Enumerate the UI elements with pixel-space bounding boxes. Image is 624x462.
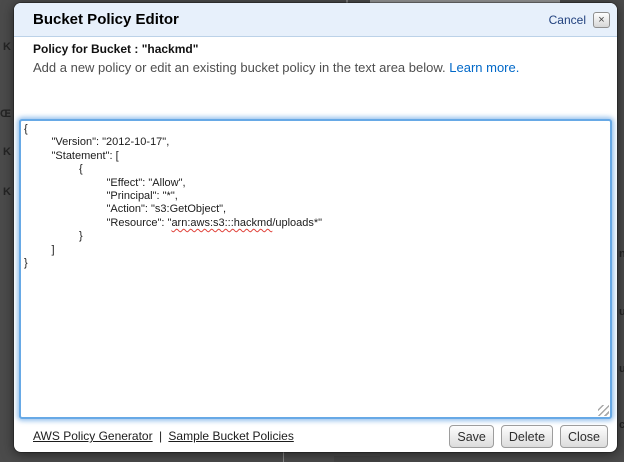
policy-text: { "Version": "2012-10-17", "Statement": … bbox=[21, 121, 610, 270]
save-button[interactable]: Save bbox=[449, 425, 494, 448]
backdrop-text-fragment bbox=[334, 456, 380, 462]
dialog-header: Bucket Policy Editor Cancel × bbox=[14, 3, 617, 37]
cancel-link[interactable]: Cancel bbox=[549, 13, 586, 27]
policy-textarea[interactable]: { "Version": "2012-10-17", "Statement": … bbox=[19, 119, 612, 419]
link-separator: | bbox=[156, 429, 165, 443]
close-button[interactable]: Close bbox=[560, 425, 608, 448]
backdrop-letter-fragment: u bbox=[619, 306, 624, 318]
backdrop-letter-fragment: u bbox=[619, 363, 624, 375]
dialog-close-button[interactable]: × bbox=[593, 12, 610, 28]
learn-more-link[interactable]: Learn more. bbox=[449, 60, 519, 75]
backdrop-letter-fragment: n bbox=[619, 248, 624, 260]
bucket-policy-editor-dialog: Bucket Policy Editor Cancel × Policy for… bbox=[14, 3, 617, 452]
resize-grip-icon[interactable] bbox=[598, 405, 609, 416]
description-body: Add a new policy or edit an existing buc… bbox=[33, 60, 446, 75]
dialog-button-row: Save Delete Close bbox=[449, 425, 608, 448]
backdrop-letter-fragment: K bbox=[3, 146, 11, 158]
backdrop-letter-fragment: K bbox=[3, 186, 11, 198]
backdrop-letter-fragment: Œ bbox=[0, 108, 11, 120]
dialog-title: Bucket Policy Editor bbox=[33, 11, 179, 28]
backdrop-letter-fragment: K bbox=[3, 41, 11, 53]
backdrop-letter-fragment: c bbox=[619, 419, 624, 431]
aws-policy-generator-link[interactable]: AWS Policy Generator bbox=[33, 429, 153, 443]
backdrop-divider bbox=[283, 452, 284, 462]
close-icon: × bbox=[598, 14, 604, 26]
description-text: Add a new policy or edit an existing buc… bbox=[33, 60, 519, 75]
footer-links: AWS Policy Generator | Sample Bucket Pol… bbox=[33, 429, 294, 443]
delete-button[interactable]: Delete bbox=[501, 425, 553, 448]
policy-for-bucket-label: Policy for Bucket : "hackmd" bbox=[33, 42, 198, 56]
sample-bucket-policies-link[interactable]: Sample Bucket Policies bbox=[168, 429, 293, 443]
